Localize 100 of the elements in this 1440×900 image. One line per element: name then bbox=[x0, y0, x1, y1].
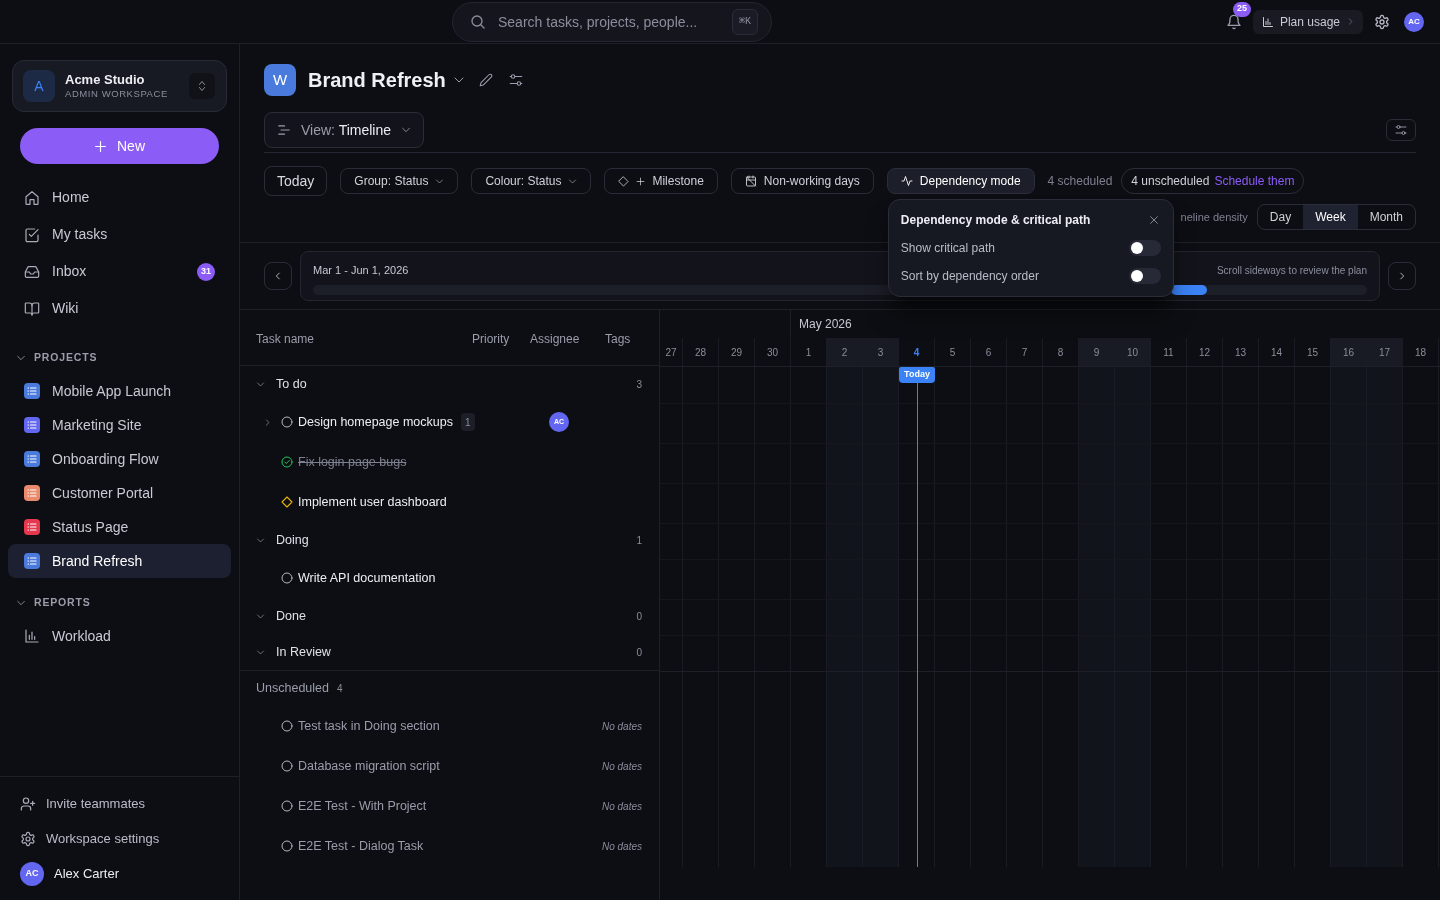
sidebar-item[interactable]: Inbox 31 bbox=[8, 253, 231, 290]
task-name[interactable]: Write API documentation bbox=[298, 568, 436, 588]
dependency-mode-button[interactable]: Dependency mode bbox=[886, 168, 1035, 194]
sidebar-link[interactable]: Workspace settings bbox=[0, 821, 239, 856]
density-tab[interactable]: Day bbox=[1257, 205, 1304, 229]
user-avatar[interactable]: AC bbox=[1404, 11, 1424, 32]
project-title: Brand Refresh bbox=[308, 68, 446, 93]
density-tab[interactable]: Month bbox=[1357, 205, 1415, 229]
workspace-name: Acme Studio bbox=[65, 73, 146, 87]
check-circle-icon[interactable] bbox=[281, 456, 293, 468]
group-label: Doing bbox=[276, 531, 309, 549]
dropdown-button[interactable]: Colour: Status bbox=[471, 168, 592, 194]
dates-label: No dates bbox=[601, 839, 642, 854]
bar-chart-icon bbox=[24, 628, 40, 644]
circle-icon[interactable] bbox=[281, 572, 293, 584]
task-name[interactable]: E2E Test - Dialog Task bbox=[298, 836, 424, 856]
chevron-down-icon bbox=[435, 176, 445, 186]
dates-label: No dates bbox=[601, 759, 642, 774]
scroll-thumb[interactable] bbox=[1171, 284, 1207, 295]
sidebar-item[interactable]: Brand Refresh bbox=[8, 544, 231, 578]
close-icon bbox=[1148, 215, 1159, 225]
popover-title: Dependency mode & critical path bbox=[900, 212, 1091, 229]
task-name[interactable]: Design homepage mockups bbox=[298, 412, 453, 432]
today-badge: Today bbox=[899, 367, 935, 383]
plus-icon bbox=[636, 176, 646, 186]
unscheduled-count: 4 unscheduled bbox=[1131, 173, 1210, 190]
user-name: Alex Carter bbox=[54, 864, 120, 883]
day-label: 2 bbox=[827, 338, 863, 366]
filter-button[interactable] bbox=[1386, 119, 1416, 141]
workspace-avatar: A bbox=[23, 70, 55, 102]
date-range: Mar 1 - Jun 1, 2026 bbox=[313, 263, 409, 278]
circle-icon[interactable] bbox=[281, 760, 293, 772]
sidebar-item[interactable]: Onboarding Flow bbox=[8, 442, 231, 476]
task-name[interactable]: Implement user dashboard bbox=[298, 492, 447, 512]
sidebar-item[interactable]: Wiki bbox=[8, 290, 231, 327]
scroll-hint: Scroll sideways to review the plan bbox=[1216, 263, 1367, 278]
sidebar-item[interactable]: Mobile App Launch bbox=[8, 374, 231, 408]
notification-badge: 25 bbox=[1232, 1, 1251, 17]
calendar-off-icon bbox=[744, 175, 757, 187]
search-input[interactable]: Search tasks, projects, people... bbox=[498, 9, 720, 34]
user-avatar[interactable]: AC bbox=[20, 861, 44, 886]
chevron-down-icon bbox=[568, 176, 578, 186]
dropdown-button[interactable]: Group: Status bbox=[340, 168, 459, 194]
checkbox-icon bbox=[24, 226, 40, 243]
sidebar-item[interactable]: My tasks bbox=[8, 216, 231, 253]
group-label: To do bbox=[276, 375, 307, 393]
pulse-icon bbox=[900, 175, 913, 187]
workspace-switcher-button[interactable] bbox=[189, 73, 215, 99]
schedule-link[interactable]: Schedule them bbox=[1214, 172, 1295, 190]
non-working-days-button[interactable]: Non-working days bbox=[730, 168, 874, 194]
task-name[interactable]: Fix login page bugs bbox=[298, 452, 407, 472]
scroll-track[interactable] bbox=[313, 284, 1367, 295]
user-plus-icon bbox=[20, 795, 36, 812]
sidebar-link[interactable]: Invite teammates bbox=[0, 786, 239, 821]
chevron-down-icon bbox=[16, 353, 26, 363]
section-toggle[interactable]: REPORTS bbox=[0, 592, 91, 614]
pencil-icon[interactable] bbox=[478, 73, 493, 87]
toggle-switch[interactable] bbox=[1128, 240, 1161, 256]
new-button[interactable]: New bbox=[20, 128, 219, 164]
option-label: Show critical path bbox=[900, 240, 995, 257]
unscheduled-count: 4 bbox=[336, 682, 343, 696]
circle-icon[interactable] bbox=[281, 416, 293, 428]
plan-usage-button[interactable]: Plan usage bbox=[1252, 9, 1363, 34]
search-field[interactable]: Search tasks, projects, people... ⌘K bbox=[452, 1, 772, 42]
diamond-icon bbox=[618, 175, 630, 187]
day-label: 9 bbox=[1079, 338, 1115, 366]
view-button[interactable]: View: Timeline bbox=[264, 112, 424, 148]
sidebar-item[interactable]: Home bbox=[8, 179, 231, 216]
task-name[interactable]: Database migration script bbox=[298, 756, 440, 776]
workspace-role: ADMIN WORKSPACE bbox=[65, 89, 168, 99]
lines-icon bbox=[277, 123, 291, 137]
day-label: 3 bbox=[863, 338, 899, 366]
settings-icon bbox=[1374, 13, 1390, 30]
month-label: May 2026 bbox=[799, 316, 852, 333]
section-toggle[interactable]: PROJECTS bbox=[0, 347, 98, 369]
circle-icon[interactable] bbox=[281, 840, 293, 852]
inbox-icon bbox=[24, 263, 40, 280]
task-name[interactable]: E2E Test - With Project bbox=[298, 796, 427, 816]
circle-icon[interactable] bbox=[281, 800, 293, 812]
milestone-button[interactable]: Milestone bbox=[604, 168, 718, 194]
sliders-icon[interactable] bbox=[508, 73, 523, 87]
shortcut-key: ⌘K bbox=[731, 8, 758, 35]
sidebar-item[interactable]: Marketing Site bbox=[8, 408, 231, 442]
project-avatar: W bbox=[264, 64, 296, 96]
density-tab[interactable]: Week bbox=[1303, 205, 1358, 229]
chevron-down-icon bbox=[401, 125, 411, 135]
chevrons-up-down-icon bbox=[196, 80, 208, 92]
home-icon bbox=[24, 189, 40, 206]
dates-label: No dates bbox=[601, 719, 642, 734]
sidebar-item[interactable]: Customer Portal bbox=[8, 476, 231, 510]
settings-button[interactable] bbox=[1374, 13, 1390, 30]
notifications-button[interactable] bbox=[1225, 13, 1242, 30]
sidebar-item[interactable]: Status Page bbox=[8, 510, 231, 544]
task-name[interactable]: Test task in Doing section bbox=[298, 716, 440, 736]
close-button[interactable] bbox=[1148, 215, 1159, 225]
toggle-switch[interactable] bbox=[1128, 268, 1161, 284]
sidebar-item[interactable]: Workload bbox=[8, 619, 231, 653]
circle-icon[interactable] bbox=[281, 720, 293, 732]
dates-label: No dates bbox=[601, 799, 642, 814]
today-button[interactable]: Today bbox=[264, 166, 328, 196]
